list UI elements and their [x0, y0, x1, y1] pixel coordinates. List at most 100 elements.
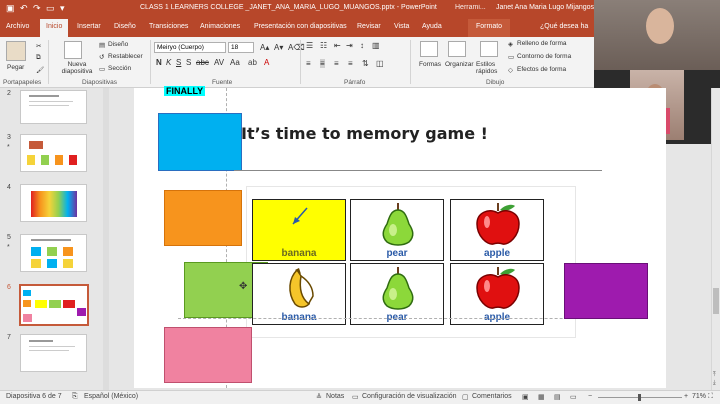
format-painter-icon[interactable]: 🖌	[36, 66, 44, 74]
cut-icon[interactable]: ✂	[36, 42, 41, 50]
undo-icon[interactable]: ↶	[20, 3, 28, 14]
scrollbar-thumb[interactable]	[713, 288, 719, 314]
notes-button[interactable]: Notas	[326, 393, 344, 400]
align-left-icon[interactable]: ≡	[306, 59, 311, 68]
finally-text[interactable]: FINALLY	[164, 86, 206, 96]
thumbnails-scrollbar[interactable]	[103, 88, 109, 390]
comments-icon[interactable]: ▢	[462, 393, 469, 401]
reset-button[interactable]: Restablecer	[108, 53, 143, 60]
shadow-icon[interactable]: S	[186, 58, 191, 67]
align-right-icon[interactable]: ≡	[334, 59, 339, 68]
tab-diseno[interactable]: Diseño	[114, 23, 136, 30]
arrange-button[interactable]: Organizar	[445, 61, 474, 68]
tab-vista[interactable]: Vista	[394, 23, 409, 30]
tab-animaciones[interactable]: Animaciones	[200, 23, 240, 30]
arrange-icon[interactable]	[448, 41, 466, 57]
slideshow-view-icon[interactable]: ▭	[570, 393, 577, 401]
card-apple[interactable]: apple	[450, 199, 544, 261]
shape-outline-button[interactable]: Contorno de forma	[517, 53, 571, 60]
copy-icon[interactable]: ⧉	[36, 54, 41, 62]
shape-outline-icon[interactable]: ▭	[508, 53, 514, 61]
italic-icon[interactable]: K	[166, 58, 171, 67]
prev-slide-icon[interactable]: ⤒	[713, 372, 716, 379]
slide-thumb-7[interactable]	[20, 334, 87, 372]
card-pear[interactable]: pear	[350, 263, 444, 325]
line-spacing-icon[interactable]: ↕	[360, 41, 364, 50]
start-slideshow-icon[interactable]: ▭	[46, 3, 55, 14]
strikethrough-icon[interactable]: abc	[196, 58, 209, 67]
increase-indent-icon[interactable]: ⇥	[346, 41, 353, 50]
tab-archivo[interactable]: Archivo	[6, 23, 29, 30]
purple-rectangle[interactable]	[564, 263, 648, 319]
quick-styles-icon[interactable]	[480, 41, 498, 57]
shape-effects-button[interactable]: Efectos de forma	[517, 66, 566, 73]
align-center-icon[interactable]: ≡	[320, 59, 325, 68]
section-icon[interactable]: ▭	[99, 65, 105, 73]
shapes-icon[interactable]	[420, 41, 438, 57]
bold-icon[interactable]: N	[156, 58, 162, 67]
card-apple[interactable]: apple	[450, 263, 544, 325]
card-banana[interactable]: banana	[252, 263, 346, 325]
smartart-icon[interactable]: ◫	[376, 59, 384, 68]
pink-rectangle[interactable]	[164, 327, 252, 383]
display-settings-button[interactable]: Configuración de visualización	[362, 393, 457, 400]
user-name[interactable]: Janet Ana Maria Lugo Mijangos	[496, 4, 594, 11]
orange-rectangle[interactable]	[164, 190, 242, 246]
reading-view-icon[interactable]: ▤	[554, 393, 561, 401]
fit-slide-icon[interactable]: ⛶	[708, 393, 713, 401]
justify-icon[interactable]: ≡	[348, 59, 353, 68]
display-settings-icon[interactable]: ▭	[352, 393, 359, 401]
layout-button[interactable]: Diseño	[108, 41, 128, 48]
shapes-button[interactable]: Formas	[419, 61, 441, 68]
text-direction-icon[interactable]: ⇅	[362, 59, 369, 68]
paste-icon[interactable]	[6, 41, 26, 61]
tab-transiciones[interactable]: Transiciones	[149, 23, 188, 30]
zoom-level[interactable]: 71%	[692, 393, 706, 400]
change-case-icon[interactable]: Aa	[230, 58, 240, 67]
language-indicator[interactable]: Español (México)	[84, 393, 138, 400]
spacing-icon[interactable]: AV	[214, 58, 224, 67]
zoom-in-icon[interactable]: +	[684, 393, 688, 400]
highlight-icon[interactable]: ab	[248, 58, 257, 67]
slide-title[interactable]: It’s time to memory game !	[241, 124, 488, 143]
slide-thumb-5[interactable]	[20, 234, 87, 272]
comments-button[interactable]: Comentarios	[472, 393, 512, 400]
spellcheck-icon[interactable]: ⎘	[72, 393, 78, 401]
zoom-out-icon[interactable]: −	[588, 393, 592, 400]
tab-inicio[interactable]: Inicio	[40, 19, 69, 37]
grow-font-icon[interactable]: A▴	[260, 43, 269, 52]
slide-sorter-icon[interactable]: ▦	[538, 393, 545, 401]
slide-thumb-6-selected[interactable]	[19, 284, 89, 326]
section-button[interactable]: Sección	[108, 65, 131, 72]
shape-effects-icon[interactable]: ◇	[508, 66, 513, 74]
underline-icon[interactable]: S	[176, 58, 181, 67]
slide-canvas[interactable]: FINALLY It’s time to memory game ! banan…	[134, 86, 666, 388]
shape-fill-icon[interactable]: ◈	[508, 40, 513, 48]
notes-icon[interactable]: ≜	[316, 393, 322, 401]
shrink-font-icon[interactable]: A▾	[274, 43, 283, 52]
tab-presentacion[interactable]: Presentación con diapositivas	[254, 23, 347, 30]
new-slide-button[interactable]: Nueva diapositiva	[58, 61, 96, 75]
customize-qat-icon[interactable]: ▾	[60, 3, 65, 14]
slide-scrollbar[interactable]: ⤒ ⤓	[711, 88, 720, 390]
font-color-icon[interactable]: A	[264, 58, 269, 67]
next-slide-icon[interactable]: ⤓	[713, 380, 716, 387]
slide-thumb-2[interactable]	[20, 90, 87, 124]
redo-icon[interactable]: ↷	[33, 3, 41, 14]
tab-formato[interactable]: Formato	[468, 19, 511, 37]
shape-fill-button[interactable]: Relleno de forma	[517, 40, 567, 47]
layout-icon[interactable]: ▤	[99, 41, 105, 49]
tell-me-search[interactable]: ¿Qué desea ha	[540, 23, 588, 30]
tab-ayuda[interactable]: Ayuda	[422, 23, 442, 30]
tab-insertar[interactable]: Insertar	[77, 23, 101, 30]
clear-format-icon[interactable]: A⌫	[288, 43, 305, 52]
numbering-icon[interactable]: ☷	[320, 41, 327, 50]
paste-button[interactable]: Pegar	[7, 64, 24, 71]
normal-view-icon[interactable]: ▣	[522, 393, 529, 401]
new-slide-icon[interactable]	[64, 41, 82, 59]
font-size-combo[interactable]: 18	[228, 42, 254, 53]
card-banana-covered[interactable]: banana	[252, 199, 346, 261]
card-pear[interactable]: pear	[350, 199, 444, 261]
columns-icon[interactable]: ▥	[372, 41, 380, 50]
slide-thumb-4[interactable]	[20, 184, 87, 222]
